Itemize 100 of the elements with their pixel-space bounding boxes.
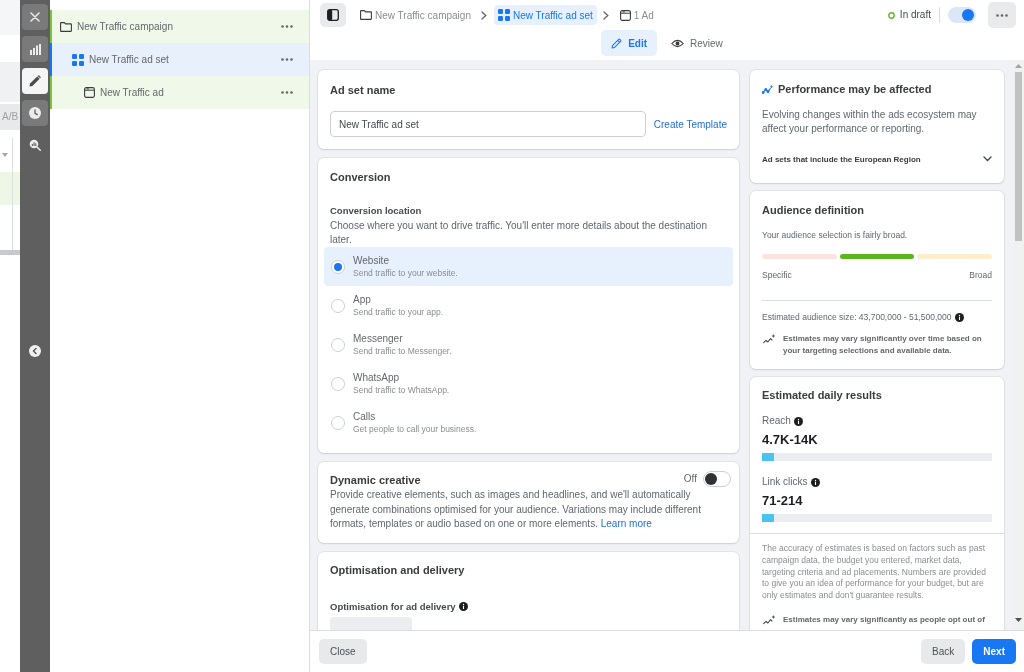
more-icon[interactable] xyxy=(281,58,293,61)
switch-label: Off xyxy=(683,471,697,486)
card-title: Performance may be affected xyxy=(778,82,932,97)
scrollbar-thumb[interactable] xyxy=(1015,72,1022,241)
card-title: Dynamic creative xyxy=(330,473,421,488)
eye-icon xyxy=(671,38,685,48)
breadcrumb-item[interactable]: 1 Ad xyxy=(615,5,658,25)
card-title: Estimated daily results xyxy=(762,388,883,403)
radio-button[interactable] xyxy=(331,337,345,352)
mode-tab[interactable]: Edit xyxy=(601,30,658,56)
field-label: Optimisation for ad delivery xyxy=(330,599,456,614)
trend-icon xyxy=(763,334,775,344)
scroll-down-icon[interactable] xyxy=(1015,618,1022,622)
breadcrumb-item[interactable]: New Traffic ad set xyxy=(493,5,597,25)
pencil-icon xyxy=(29,75,41,87)
option-description: Send traffic to Messenger. xyxy=(353,345,452,357)
disclaimer: The accuracy of estimates is based on factors such as past campaign data, the budget you entered, market data, targeting criteria and ad placements. Numbers are provided to give you an idea of performance for your budget, but are only estimates and don't guarantee results. xyxy=(762,543,987,602)
card-title: Ad set name xyxy=(330,83,397,98)
back-button[interactable]: Back xyxy=(921,639,966,664)
mode-tab[interactable]: Review xyxy=(661,30,733,56)
name-input[interactable]: New Traffic ad set xyxy=(330,111,646,137)
option-label: Calls xyxy=(353,410,377,423)
tree-item[interactable]: New Traffic ad set xyxy=(50,43,309,76)
expander[interactable]: Ad sets that include the European Region xyxy=(762,151,992,167)
chart-button[interactable] xyxy=(22,36,48,62)
audience-summary: Your audience selection is fairly broad. xyxy=(762,229,909,241)
metric-value: 71-214 xyxy=(762,493,804,509)
scrollbar[interactable] xyxy=(1013,60,1024,630)
option-description: Send traffic to your website. xyxy=(353,267,458,279)
option-label: Messenger xyxy=(353,332,404,345)
option-description: Send traffic to WhatsApp. xyxy=(353,384,450,396)
tree-item[interactable]: New Traffic campaign xyxy=(50,10,309,43)
close-icon xyxy=(30,12,40,22)
more-button[interactable] xyxy=(988,2,1016,28)
audience-size: Estimated audience size: 43,700,000 - 51,500,000 xyxy=(762,311,952,323)
learn-more-link[interactable]: Learn more xyxy=(600,518,652,529)
metric-label: Reach xyxy=(762,414,791,428)
create-template-link[interactable]: Create Template xyxy=(653,118,727,130)
toggle-switch[interactable] xyxy=(948,7,976,23)
tree-item[interactable]: New Traffic ad xyxy=(50,76,309,109)
radio-button[interactable] xyxy=(331,376,345,391)
search-chart-icon xyxy=(29,139,41,151)
bar-chart-icon xyxy=(29,43,41,55)
radio-option[interactable]: Calls Get people to call your business. xyxy=(324,403,733,442)
metric-label: Link clicks xyxy=(762,475,808,489)
breadcrumb-item[interactable]: New Traffic campaign xyxy=(356,5,475,25)
info-icon[interactable] xyxy=(793,416,803,426)
radio-option[interactable]: Website Send traffic to your website. xyxy=(324,247,733,286)
history-button[interactable] xyxy=(22,100,48,126)
ad-icon xyxy=(84,87,95,98)
horizontal-scrollbar[interactable] xyxy=(0,250,20,255)
option-label: App xyxy=(353,293,372,306)
chevron-right-icon xyxy=(602,10,609,20)
pencil-icon xyxy=(611,37,623,49)
field-description: Choose where you want to drive traffic. You'll enter more details about the destination later. xyxy=(329,219,708,247)
next-button[interactable]: Next xyxy=(972,639,1016,664)
option-label: Website xyxy=(353,254,390,267)
toggle-switch[interactable] xyxy=(703,470,731,487)
radio-button[interactable] xyxy=(331,415,345,430)
grid-icon xyxy=(72,53,84,66)
estimate-note: Estimates may vary significantly over time based on your targeting selections and available data. xyxy=(783,333,983,357)
scale-label: Broad xyxy=(969,269,992,281)
radio-option[interactable]: WhatsApp Send traffic to WhatsApp. xyxy=(324,364,733,403)
estimate-note: Estimates may vary significantly as people opt out of xyxy=(783,613,985,626)
info-icon[interactable] xyxy=(458,602,468,611)
card-title: Audience definition xyxy=(762,203,866,218)
header-bar xyxy=(0,0,20,35)
grid-icon xyxy=(497,9,510,21)
sidebar-toggle-button[interactable] xyxy=(320,3,346,27)
info-icon[interactable] xyxy=(810,477,820,487)
chevron-right-icon xyxy=(480,10,487,20)
more-icon[interactable] xyxy=(281,91,293,94)
folder-icon xyxy=(60,21,72,32)
scale-label: Specific xyxy=(762,269,792,281)
option-description: Send traffic to your app. xyxy=(353,306,444,318)
close-button[interactable]: Close xyxy=(319,639,367,664)
clock-icon xyxy=(29,107,41,119)
more-icon[interactable] xyxy=(281,25,293,28)
more-icon xyxy=(996,13,1008,17)
collapse-icon[interactable] xyxy=(29,345,41,357)
description: Provide creative elements, such as images and headlines, and we'll automatically generate combinations optimised for your audience. Variations may include different formats, templates or audio based on one or more elements. Learn more xyxy=(330,488,702,531)
info-icon[interactable] xyxy=(954,312,964,322)
trend-icon xyxy=(763,614,775,625)
option-description: Get people to call your business. xyxy=(353,423,477,435)
radio-option[interactable]: Messenger Send traffic to Messenger. xyxy=(324,325,733,364)
caret-icon xyxy=(2,153,8,157)
ad-icon xyxy=(619,9,631,21)
status-label: In draft xyxy=(899,8,931,22)
radio-option[interactable]: App Send traffic to your app. xyxy=(324,286,733,325)
field-label: Conversion location xyxy=(329,204,423,218)
toolbar-strip xyxy=(0,62,20,102)
folder-icon xyxy=(360,10,372,20)
line-chart-icon xyxy=(762,84,773,94)
status-ring-icon xyxy=(887,11,895,19)
edit-button[interactable] xyxy=(22,68,48,94)
radio-button[interactable] xyxy=(331,298,345,313)
card-title: Conversion xyxy=(329,170,392,185)
radio-button[interactable] xyxy=(331,259,345,274)
scroll-up-icon[interactable] xyxy=(1015,64,1022,68)
close-button[interactable] xyxy=(22,4,48,30)
